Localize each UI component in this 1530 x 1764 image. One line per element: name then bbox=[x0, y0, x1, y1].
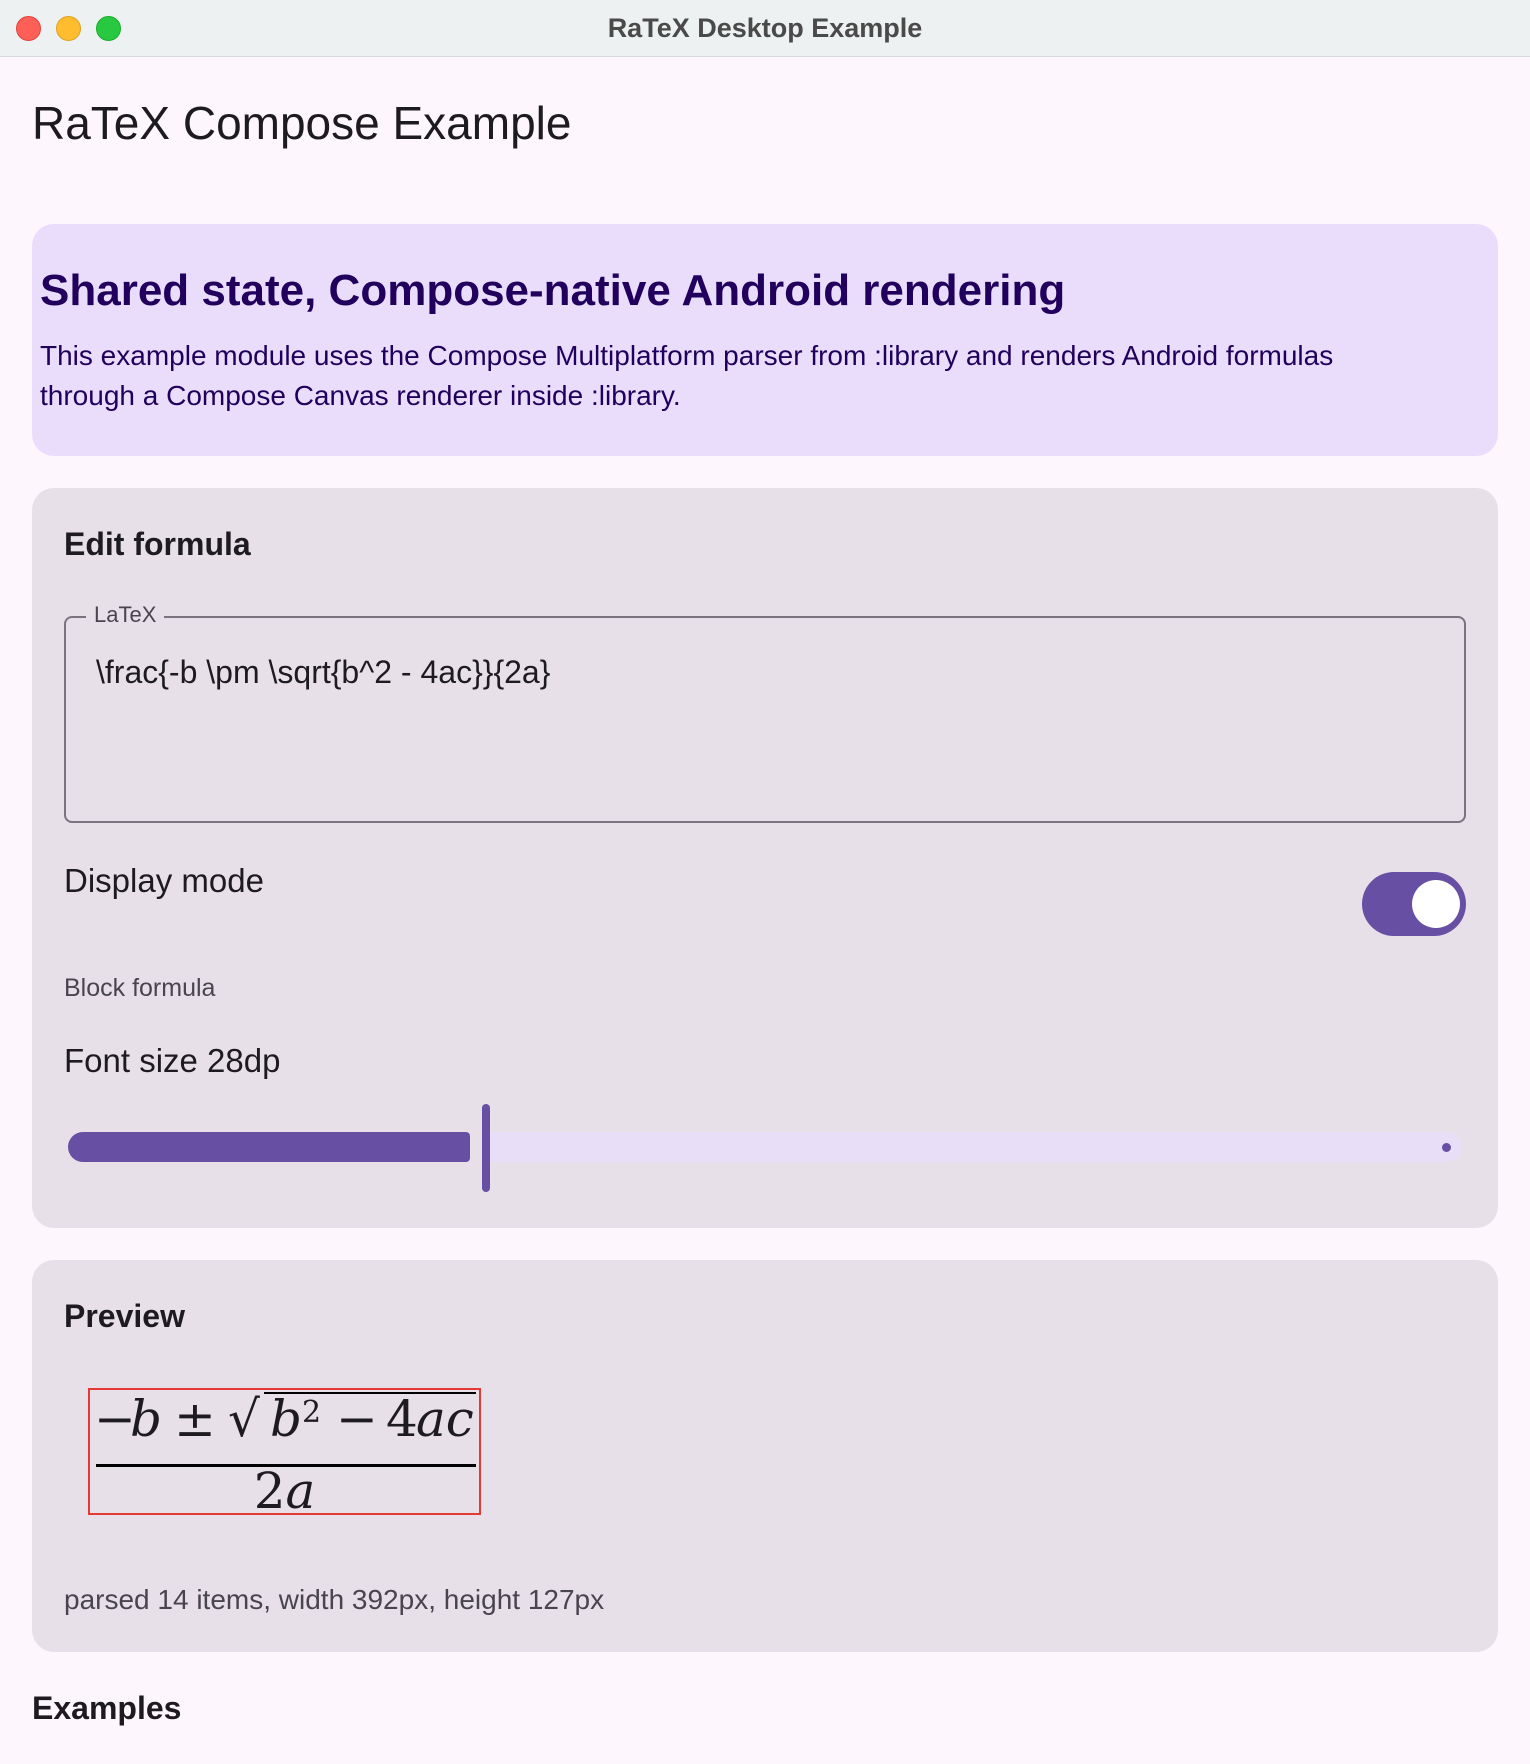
formula-exponent: 2 bbox=[302, 1395, 322, 1430]
formula-preview: − b ± √ b 2 − 4 ac 2a bbox=[88, 1388, 481, 1518]
latex-input-value[interactable]: \frac{-b \pm \sqrt{b^2 - 4ac}}{2a} bbox=[96, 654, 550, 691]
formula-denominator: 2a bbox=[90, 1464, 479, 1518]
formula-numerator: − b ± √ b 2 − 4 ac bbox=[90, 1388, 479, 1450]
formula-two: 2 bbox=[253, 1462, 286, 1520]
formula-ac: ac bbox=[416, 1390, 474, 1448]
info-card-title: Shared state, Compose-native Android ren… bbox=[40, 266, 1066, 315]
display-mode-toggle[interactable] bbox=[1362, 872, 1466, 936]
info-card-body: This example module uses the Compose Mul… bbox=[40, 340, 1334, 411]
formula-sqrt-sign: √ bbox=[228, 1390, 260, 1448]
latex-field-label: LaTeX bbox=[86, 602, 165, 628]
edit-formula-title: Edit formula bbox=[64, 526, 251, 562]
slider-inactive-track bbox=[488, 1132, 1462, 1162]
display-mode-label: Display mode bbox=[64, 862, 264, 899]
font-size-slider[interactable] bbox=[64, 1100, 1466, 1194]
preview-title: Preview bbox=[64, 1298, 185, 1334]
slider-handle[interactable] bbox=[482, 1104, 490, 1192]
window-title: RaTeX Desktop Example bbox=[607, 13, 923, 43]
formula-minus-2: − bbox=[336, 1390, 378, 1448]
app-window: RaTeX Desktop Example RaTeX Compose Exam… bbox=[0, 0, 1530, 1764]
title-bar: RaTeX Desktop Example bbox=[0, 0, 1530, 57]
formula-plus-minus: ± bbox=[174, 1390, 216, 1448]
examples-title: Examples bbox=[32, 1690, 182, 1726]
slider-stop-indicator bbox=[1442, 1143, 1451, 1152]
page-title: RaTeX Compose Example bbox=[32, 97, 572, 149]
preview-stats: parsed 14 items, width 392px, height 127… bbox=[64, 1584, 605, 1615]
toggle-thumb bbox=[1412, 880, 1460, 928]
latex-input-field[interactable] bbox=[64, 616, 1466, 823]
slider-active-track bbox=[68, 1132, 470, 1162]
formula-a: a bbox=[285, 1462, 316, 1520]
formula-four: 4 bbox=[386, 1390, 418, 1448]
display-mode-caption: Block formula bbox=[64, 974, 216, 1002]
formula-b: b bbox=[130, 1390, 163, 1448]
formula-b-squared-base: b bbox=[270, 1390, 303, 1448]
font-size-label: Font size 28dp bbox=[64, 1042, 281, 1079]
